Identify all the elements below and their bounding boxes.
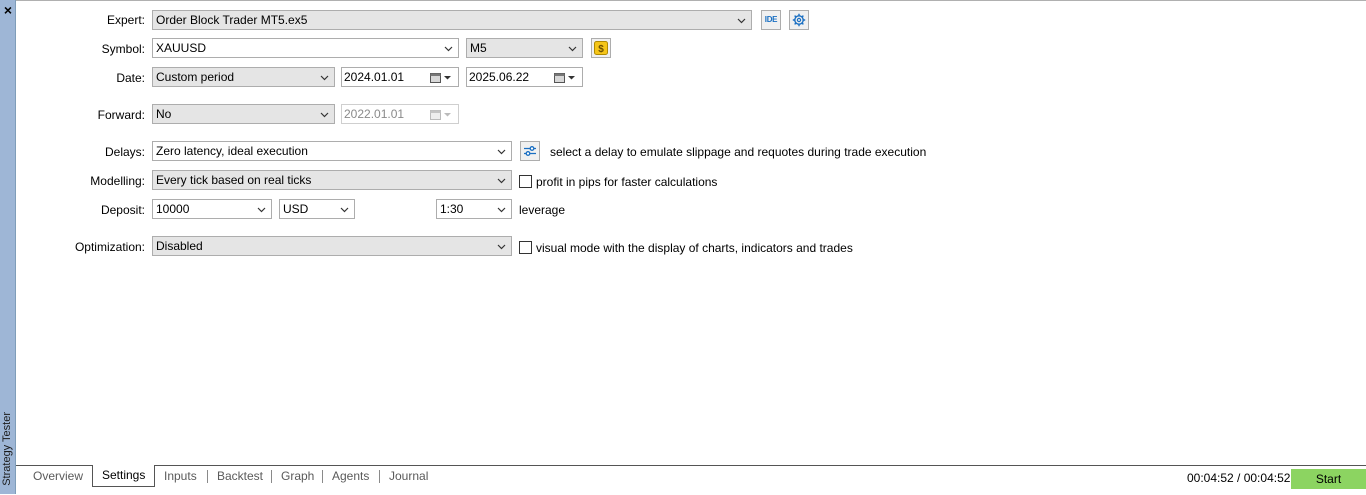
date-mode-value: Custom period [156, 70, 235, 84]
chevron-down-icon [320, 73, 329, 82]
forward-date-picker: 2022.01.01 [341, 104, 459, 124]
visual-mode-label: visual mode with the display of charts, … [536, 241, 853, 255]
tab-separator [271, 470, 272, 483]
forward-value: No [156, 107, 172, 121]
tab-agents[interactable]: Agents [332, 466, 369, 487]
dollar-icon: $ [592, 41, 610, 55]
deposit-currency-select[interactable]: USD [279, 199, 355, 219]
chevron-down-icon [497, 176, 506, 185]
ide-button[interactable]: IDE [761, 10, 781, 30]
visual-mode-checkbox[interactable] [519, 241, 532, 254]
deposit-amount-select[interactable]: 10000 [152, 199, 272, 219]
deposit-currency-value: USD [283, 202, 309, 216]
modelling-value: Every tick based on real ticks [156, 173, 312, 187]
date-mode-select[interactable]: Custom period [152, 67, 335, 87]
date-from-value: 2024.01.01 [344, 70, 405, 84]
chevron-down-icon [497, 242, 506, 251]
chevron-down-icon [497, 147, 506, 156]
expert-select[interactable]: Order Block Trader MT5.ex5 [152, 10, 752, 30]
side-panel-title: Strategy Tester [1, 412, 13, 486]
leverage-value: 1:30 [440, 202, 464, 216]
date-to-value: 2025.06.22 [469, 70, 530, 84]
start-button[interactable]: Start [1291, 469, 1366, 489]
symbol-value: XAUUSD [156, 41, 207, 55]
gear-icon [790, 13, 808, 27]
deposit-label: Deposit: [100, 203, 145, 217]
delays-label: Delays: [104, 145, 145, 159]
deposit-amount-value: 10000 [156, 202, 190, 216]
forward-label: Forward: [97, 108, 145, 122]
modelling-select[interactable]: Every tick based on real ticks [152, 170, 512, 190]
profit-in-pips-checkbox[interactable] [519, 175, 532, 188]
chevron-down-icon [568, 44, 577, 53]
tab-settings[interactable]: Settings [92, 465, 156, 487]
tab-graph[interactable]: Graph [281, 466, 314, 487]
profit-in-pips-label: profit in pips for faster calculations [536, 175, 718, 189]
tab-separator [379, 470, 380, 483]
date-from-picker[interactable]: 2024.01.01 [341, 67, 459, 87]
tab-backtest[interactable]: Backtest [217, 466, 263, 487]
expert-value: Order Block Trader MT5.ex5 [156, 13, 308, 27]
date-to-picker[interactable]: 2025.06.22 [466, 67, 583, 87]
tab-journal[interactable]: Journal [389, 466, 428, 487]
symbol-label: Symbol: [101, 42, 145, 56]
chevron-down-icon [737, 16, 746, 25]
elapsed-time: 00:04:52 / 00:04:52 [1187, 471, 1291, 485]
ide-icon: IDE [764, 15, 778, 24]
delays-select[interactable]: Zero latency, ideal execution [152, 141, 512, 161]
sliders-icon [521, 144, 539, 158]
bottom-tab-bar: Overview Settings Inputs Backtest Graph … [16, 465, 1366, 495]
leverage-select[interactable]: 1:30 [436, 199, 512, 219]
timeframe-value: M5 [470, 41, 487, 55]
delay-settings-button[interactable] [520, 141, 540, 161]
modelling-label: Modelling: [90, 174, 145, 188]
expert-label: Expert: [106, 13, 145, 27]
delays-hint: select a delay to emulate slippage and r… [550, 145, 927, 159]
close-icon[interactable]: × [2, 3, 14, 17]
tab-separator [207, 470, 208, 483]
tab-separator [322, 470, 323, 483]
chevron-down-icon [340, 205, 349, 214]
top-divider [16, 0, 1366, 1]
optimization-select[interactable]: Disabled [152, 236, 512, 256]
chevron-down-icon [257, 205, 266, 214]
chevron-down-icon [444, 44, 453, 53]
strategy-tester-side-panel: × Strategy Tester [0, 0, 16, 494]
svg-text:$: $ [598, 44, 604, 55]
delays-value: Zero latency, ideal execution [156, 144, 308, 158]
calendar-dropdown-icon[interactable] [554, 71, 576, 89]
forward-select[interactable]: No [152, 104, 335, 124]
symbol-properties-button[interactable]: $ [591, 38, 611, 58]
chevron-down-icon [497, 205, 506, 214]
tab-overview[interactable]: Overview [33, 466, 83, 487]
timeframe-select[interactable]: M5 [466, 38, 583, 58]
tab-inputs[interactable]: Inputs [164, 466, 197, 487]
symbol-select[interactable]: XAUUSD [152, 38, 459, 58]
forward-date-value: 2022.01.01 [344, 107, 405, 121]
leverage-label: leverage [519, 203, 566, 217]
chevron-down-icon [320, 110, 329, 119]
calendar-dropdown-icon[interactable] [430, 71, 452, 89]
calendar-dropdown-icon [430, 108, 452, 126]
expert-settings-button[interactable] [789, 10, 809, 30]
date-label: Date: [116, 71, 145, 85]
optimization-label: Optimization: [74, 240, 145, 254]
optimization-value: Disabled [156, 239, 203, 253]
